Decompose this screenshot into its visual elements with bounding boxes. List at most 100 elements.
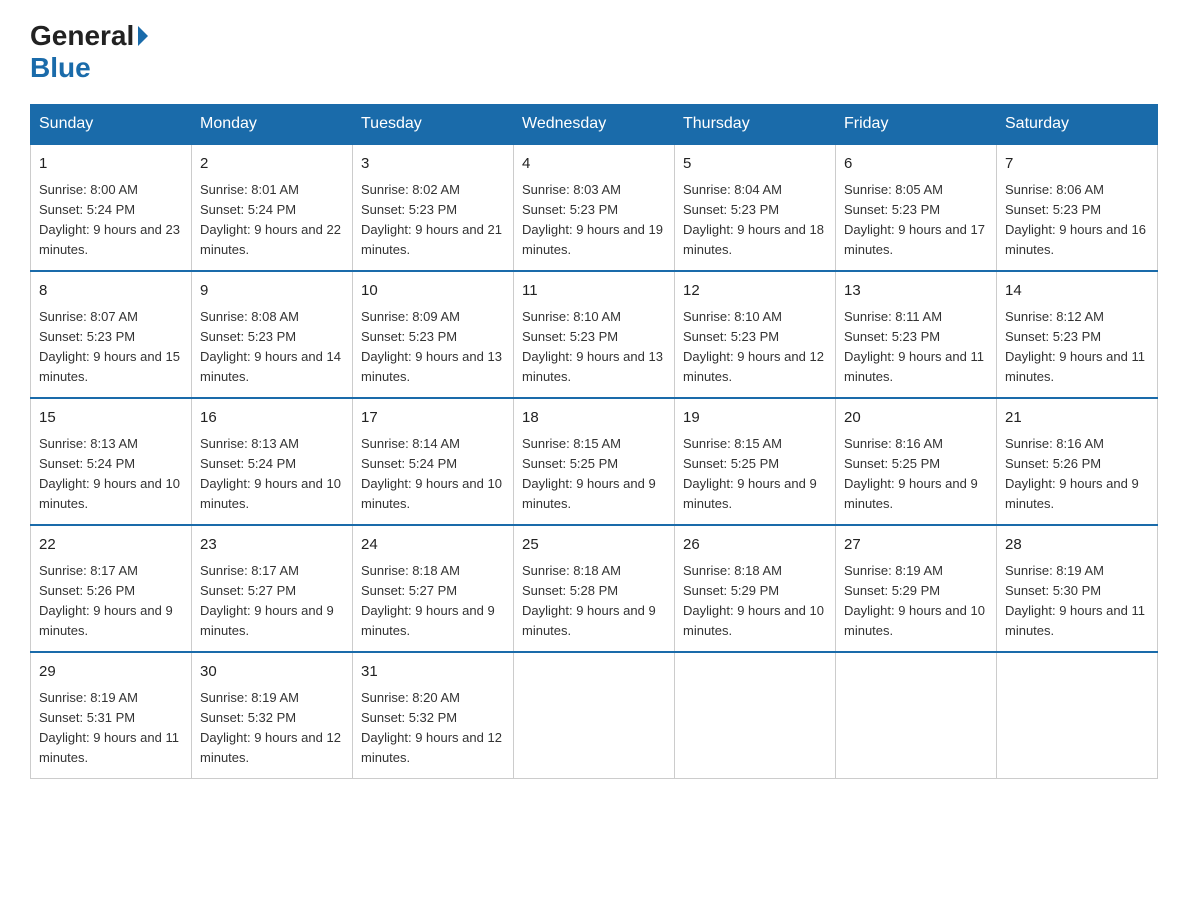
day-number: 13 [844,280,988,303]
day-info: Sunrise: 8:03 AMSunset: 5:23 PMDaylight:… [522,182,663,257]
calendar-day: 28Sunrise: 8:19 AMSunset: 5:30 PMDayligh… [997,525,1158,652]
calendar-day: 18Sunrise: 8:15 AMSunset: 5:25 PMDayligh… [514,398,675,525]
day-info: Sunrise: 8:11 AMSunset: 5:23 PMDaylight:… [844,309,984,384]
day-number: 21 [1005,407,1149,430]
day-info: Sunrise: 8:16 AMSunset: 5:26 PMDaylight:… [1005,436,1139,511]
logo-general-text: General [30,20,134,52]
day-info: Sunrise: 8:18 AMSunset: 5:28 PMDaylight:… [522,563,656,638]
day-number: 31 [361,661,505,684]
logo: General Blue [30,20,148,84]
day-info: Sunrise: 8:17 AMSunset: 5:26 PMDaylight:… [39,563,173,638]
day-number: 27 [844,534,988,557]
day-info: Sunrise: 8:13 AMSunset: 5:24 PMDaylight:… [200,436,341,511]
calendar-day: 19 Sunrise: 8:15 AMSunset: 5:25 PMDayligh… [675,398,836,525]
day-number: 16 [200,407,344,430]
day-number: 15 [39,407,183,430]
day-number: 9 [200,280,344,303]
day-number: 10 [361,280,505,303]
calendar-day: 16 Sunrise: 8:13 AMSunset: 5:24 PMDayligh… [192,398,353,525]
day-number: 20 [844,407,988,430]
calendar-day: 2 Sunrise: 8:01 AMSunset: 5:24 PMDaylight… [192,144,353,271]
day-info: Sunrise: 8:10 AMSunset: 5:23 PMDaylight:… [522,309,663,384]
day-info: Sunrise: 8:09 AMSunset: 5:23 PMDaylight:… [361,309,502,384]
calendar-day: 20 Sunrise: 8:16 AMSunset: 5:25 PMDayligh… [836,398,997,525]
day-info: Sunrise: 8:19 AMSunset: 5:29 PMDaylight:… [844,563,985,638]
day-info: Sunrise: 8:02 AMSunset: 5:23 PMDaylight:… [361,182,502,257]
day-number: 2 [200,153,344,176]
weekday-header-row: SundayMondayTuesdayWednesdayThursdayFrid… [31,105,1158,145]
calendar-week-2: 8 Sunrise: 8:07 AMSunset: 5:23 PMDaylight… [31,271,1158,398]
calendar-day: 29 Sunrise: 8:19 AMSunset: 5:31 PMDayligh… [31,652,192,779]
day-info: Sunrise: 8:08 AMSunset: 5:23 PMDaylight:… [200,309,341,384]
weekday-header-tuesday: Tuesday [353,105,514,145]
day-number: 5 [683,153,827,176]
day-info: Sunrise: 8:14 AMSunset: 5:24 PMDaylight:… [361,436,502,511]
calendar-day: 8 Sunrise: 8:07 AMSunset: 5:23 PMDaylight… [31,271,192,398]
day-info: Sunrise: 8:05 AMSunset: 5:23 PMDaylight:… [844,182,985,257]
day-info: Sunrise: 8:13 AMSunset: 5:24 PMDaylight:… [39,436,180,511]
day-number: 3 [361,153,505,176]
calendar-day: 5Sunrise: 8:04 AMSunset: 5:23 PMDaylight… [675,144,836,271]
day-number: 22 [39,534,183,557]
day-number: 24 [361,534,505,557]
calendar-day: 24 Sunrise: 8:18 AMSunset: 5:27 PMDayligh… [353,525,514,652]
calendar-day: 31 Sunrise: 8:20 AMSunset: 5:32 PMDayligh… [353,652,514,779]
day-number: 30 [200,661,344,684]
day-number: 29 [39,661,183,684]
weekday-header-thursday: Thursday [675,105,836,145]
calendar-day: 15 Sunrise: 8:13 AMSunset: 5:24 PMDayligh… [31,398,192,525]
day-number: 4 [522,153,666,176]
calendar-day: 1 Sunrise: 8:00 AMSunset: 5:24 PMDaylight… [31,144,192,271]
calendar-day: 12Sunrise: 8:10 AMSunset: 5:23 PMDayligh… [675,271,836,398]
day-number: 28 [1005,534,1149,557]
day-number: 1 [39,153,183,176]
day-number: 17 [361,407,505,430]
logo-triangle-icon [138,26,148,46]
calendar-day: 6 Sunrise: 8:05 AMSunset: 5:23 PMDaylight… [836,144,997,271]
day-number: 11 [522,280,666,303]
weekday-header-sunday: Sunday [31,105,192,145]
calendar-day: 4 Sunrise: 8:03 AMSunset: 5:23 PMDaylight… [514,144,675,271]
calendar-day: 21 Sunrise: 8:16 AMSunset: 5:26 PMDayligh… [997,398,1158,525]
day-info: Sunrise: 8:19 AMSunset: 5:32 PMDaylight:… [200,690,341,765]
calendar-day [675,652,836,779]
calendar-table: SundayMondayTuesdayWednesdayThursdayFrid… [30,104,1158,779]
calendar-day: 7 Sunrise: 8:06 AMSunset: 5:23 PMDaylight… [997,144,1158,271]
day-info: Sunrise: 8:01 AMSunset: 5:24 PMDaylight:… [200,182,341,257]
calendar-week-3: 15 Sunrise: 8:13 AMSunset: 5:24 PMDayligh… [31,398,1158,525]
calendar-day: 3 Sunrise: 8:02 AMSunset: 5:23 PMDaylight… [353,144,514,271]
calendar-day: 13 Sunrise: 8:11 AMSunset: 5:23 PMDayligh… [836,271,997,398]
day-info: Sunrise: 8:00 AMSunset: 5:24 PMDaylight:… [39,182,180,257]
weekday-header-friday: Friday [836,105,997,145]
day-info: Sunrise: 8:15 AMSunset: 5:25 PMDaylight:… [683,436,817,511]
page-header: General Blue [30,20,1158,84]
day-info: Sunrise: 8:06 AMSunset: 5:23 PMDaylight:… [1005,182,1146,257]
day-info: Sunrise: 8:19 AMSunset: 5:31 PMDaylight:… [39,690,179,765]
day-info: Sunrise: 8:07 AMSunset: 5:23 PMDaylight:… [39,309,180,384]
day-info: Sunrise: 8:16 AMSunset: 5:25 PMDaylight:… [844,436,978,511]
calendar-day: 30 Sunrise: 8:19 AMSunset: 5:32 PMDayligh… [192,652,353,779]
day-info: Sunrise: 8:20 AMSunset: 5:32 PMDaylight:… [361,690,502,765]
calendar-day: 11 Sunrise: 8:10 AMSunset: 5:23 PMDayligh… [514,271,675,398]
day-number: 26 [683,534,827,557]
day-info: Sunrise: 8:18 AMSunset: 5:27 PMDaylight:… [361,563,495,638]
day-info: Sunrise: 8:18 AMSunset: 5:29 PMDaylight:… [683,563,824,638]
calendar-day [836,652,997,779]
day-number: 8 [39,280,183,303]
day-number: 19 [683,407,827,430]
calendar-day [997,652,1158,779]
day-number: 6 [844,153,988,176]
day-number: 7 [1005,153,1149,176]
weekday-header-saturday: Saturday [997,105,1158,145]
day-info: Sunrise: 8:17 AMSunset: 5:27 PMDaylight:… [200,563,334,638]
calendar-day: 23 Sunrise: 8:17 AMSunset: 5:27 PMDayligh… [192,525,353,652]
calendar-day: 14Sunrise: 8:12 AMSunset: 5:23 PMDayligh… [997,271,1158,398]
calendar-day: 26 Sunrise: 8:18 AMSunset: 5:29 PMDayligh… [675,525,836,652]
calendar-day: 9 Sunrise: 8:08 AMSunset: 5:23 PMDaylight… [192,271,353,398]
calendar-week-4: 22 Sunrise: 8:17 AMSunset: 5:26 PMDayligh… [31,525,1158,652]
day-info: Sunrise: 8:15 AMSunset: 5:25 PMDaylight:… [522,436,656,511]
calendar-week-1: 1 Sunrise: 8:00 AMSunset: 5:24 PMDaylight… [31,144,1158,271]
day-number: 23 [200,534,344,557]
calendar-day: 10 Sunrise: 8:09 AMSunset: 5:23 PMDayligh… [353,271,514,398]
calendar-day: 17 Sunrise: 8:14 AMSunset: 5:24 PMDayligh… [353,398,514,525]
